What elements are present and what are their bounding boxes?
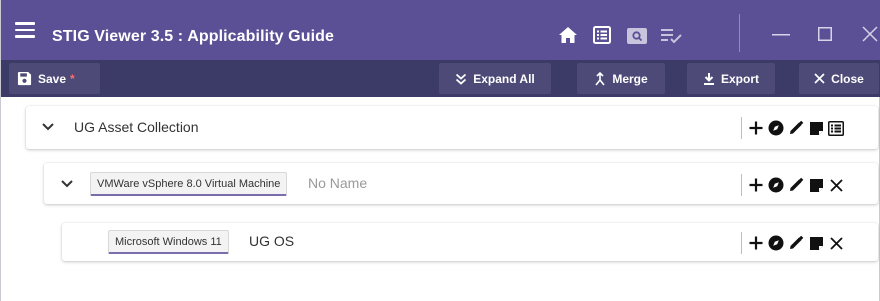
close-label: Close bbox=[831, 71, 864, 86]
actions-divider bbox=[741, 174, 742, 196]
component-name: UG OS bbox=[249, 233, 295, 249]
merge-icon bbox=[595, 71, 605, 85]
merge-button[interactable]: Merge bbox=[577, 63, 665, 94]
minimize-icon[interactable] bbox=[772, 34, 790, 36]
close-window-icon[interactable] bbox=[862, 26, 878, 42]
edit-icon[interactable] bbox=[787, 176, 805, 194]
edit-icon[interactable] bbox=[787, 119, 805, 137]
asset-card: VMWare vSphere 8.0 Virtual Machine No Na… bbox=[44, 163, 878, 204]
toolbar: Save * Expand All Merge Export Close bbox=[1, 60, 880, 97]
note-icon[interactable] bbox=[807, 234, 825, 252]
download-icon bbox=[703, 73, 714, 85]
remove-icon[interactable] bbox=[827, 234, 845, 252]
collection-card: UG Asset Collection bbox=[26, 106, 878, 149]
expand-all-button[interactable]: Expand All bbox=[439, 63, 551, 94]
chevron-down-icon[interactable] bbox=[61, 180, 73, 188]
note-icon[interactable] bbox=[807, 176, 825, 194]
collection-name: UG Asset Collection bbox=[74, 119, 199, 135]
add-icon[interactable] bbox=[747, 176, 765, 194]
remove-icon[interactable] bbox=[827, 176, 845, 194]
note-icon[interactable] bbox=[807, 119, 825, 137]
actions-divider bbox=[741, 117, 742, 139]
compass-icon[interactable] bbox=[767, 119, 785, 137]
title-divider bbox=[739, 14, 740, 52]
asset-type-chip[interactable]: VMWare vSphere 8.0 Virtual Machine bbox=[90, 172, 288, 196]
unsaved-indicator: * bbox=[70, 71, 75, 86]
edit-icon[interactable] bbox=[787, 234, 805, 252]
window-title: STIG Viewer 3.5 : Applicability Guide bbox=[52, 28, 334, 45]
save-icon bbox=[17, 71, 32, 86]
asset-name: No Name bbox=[308, 175, 368, 191]
list-icon[interactable] bbox=[827, 119, 845, 137]
close-icon bbox=[814, 73, 825, 84]
collection-actions bbox=[741, 117, 845, 139]
component-type-chip[interactable]: Microsoft Windows 11 bbox=[108, 230, 229, 254]
search-panel-icon[interactable] bbox=[627, 28, 647, 44]
add-icon[interactable] bbox=[747, 234, 765, 252]
close-button[interactable]: Close bbox=[799, 63, 879, 94]
playlist-check-icon[interactable] bbox=[661, 27, 683, 45]
home-icon[interactable] bbox=[558, 26, 578, 44]
hamburger-menu-icon[interactable] bbox=[15, 22, 35, 38]
save-button[interactable]: Save * bbox=[9, 63, 100, 94]
title-bar: STIG Viewer 3.5 : Applicability Guide bbox=[1, 0, 880, 60]
chevron-down-icon[interactable] bbox=[42, 123, 54, 131]
merge-label: Merge bbox=[612, 71, 648, 86]
list-view-icon[interactable] bbox=[593, 26, 611, 44]
component-card: Microsoft Windows 11 UG OS bbox=[62, 223, 878, 261]
expand-all-icon bbox=[456, 73, 467, 85]
expand-all-label: Expand All bbox=[473, 71, 535, 86]
compass-icon[interactable] bbox=[767, 176, 785, 194]
actions-divider bbox=[741, 232, 742, 254]
component-actions bbox=[741, 232, 845, 254]
maximize-icon[interactable] bbox=[818, 27, 832, 41]
compass-icon[interactable] bbox=[767, 234, 785, 252]
export-label: Export bbox=[720, 71, 759, 86]
save-label: Save bbox=[38, 71, 67, 86]
export-button[interactable]: Export bbox=[687, 63, 775, 94]
add-icon[interactable] bbox=[747, 119, 765, 137]
asset-actions bbox=[741, 174, 845, 196]
app-window: STIG Viewer 3.5 : Applicability Guide Sa… bbox=[0, 0, 880, 301]
